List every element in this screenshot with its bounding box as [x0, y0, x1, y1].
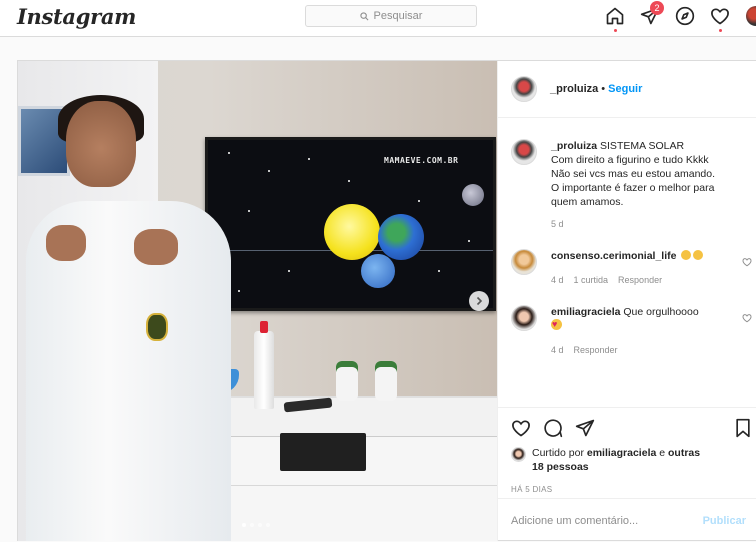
comment-icon[interactable]	[543, 418, 563, 438]
comment-username[interactable]: emiliagraciela	[551, 306, 620, 318]
caption-time: 5 d	[551, 219, 564, 229]
plant-pot	[336, 361, 358, 401]
chevron-right-icon	[476, 296, 483, 306]
commenter-avatar[interactable]	[511, 249, 537, 275]
publish-button[interactable]: Publicar	[703, 515, 746, 527]
instagram-logo[interactable]: Instagram	[17, 4, 136, 29]
search-input[interactable]: Pesquisar	[305, 5, 477, 27]
post-actions: Curtido por emiliagraciela e outras 18 p…	[498, 407, 756, 541]
caption-meta: 5 d	[551, 219, 564, 229]
home-button[interactable]	[605, 6, 625, 32]
header-separator: •	[601, 83, 606, 95]
comments-list: _proluiza SISTEMA SOLAR Com direito a fi…	[498, 119, 756, 407]
compass-icon	[675, 6, 695, 26]
liker-username[interactable]: emiliagraciela	[587, 447, 656, 459]
carousel-dot	[258, 523, 262, 527]
likes-text: Curtido por emiliagraciela e outras 18 p…	[532, 446, 707, 474]
like-heart-icon[interactable]	[511, 418, 531, 438]
post-sidebar: _proluiza • Seguir _proluiza SISTEMA SOL…	[497, 61, 756, 541]
profile-avatar[interactable]	[746, 6, 756, 26]
likes-mid: e	[656, 447, 666, 459]
likes-prefix: Curtido por	[532, 447, 587, 459]
comment-input[interactable]: Adicione um comentário...	[511, 515, 703, 527]
direct-button[interactable]: 2	[640, 1, 664, 31]
comment-time: 4 d	[551, 275, 564, 285]
bookmark-icon	[736, 418, 750, 438]
home-icon	[606, 7, 624, 25]
comment-meta: 4 d Responder	[551, 345, 618, 355]
comment-like-button[interactable]	[742, 310, 752, 328]
caption-avatar[interactable]	[511, 139, 537, 165]
moon-graphic	[462, 184, 484, 206]
clapping-emoji	[693, 250, 704, 260]
heart-eyes-emoji	[551, 317, 562, 331]
comment-like-button[interactable]	[742, 254, 752, 272]
search-icon	[359, 11, 369, 20]
home-active-dot	[614, 29, 617, 32]
comment-text: emiliagraciela Que orgulhoooo	[551, 305, 736, 333]
sun-graphic	[324, 204, 380, 260]
carousel-indicator	[242, 523, 270, 527]
comment-username[interactable]: consenso.cerimonial_life	[551, 250, 676, 262]
heart-icon	[711, 8, 729, 25]
clapping-emoji	[681, 250, 692, 260]
activity-dot	[719, 29, 722, 32]
commenter-avatar[interactable]	[511, 305, 537, 331]
save-button[interactable]	[734, 418, 752, 443]
comment-body: Que orgulhoooo	[623, 306, 699, 318]
carousel-next-button[interactable]	[469, 291, 489, 311]
planet-graphic	[361, 254, 395, 288]
heart-icon	[742, 314, 752, 323]
tv-box	[280, 433, 366, 471]
carousel-dot	[266, 523, 270, 527]
share-icon[interactable]	[575, 418, 595, 438]
tv-brand-text: MAMAEVE.COM.BR	[384, 156, 459, 165]
comment-meta: 4 d 1 curtida Responder	[551, 275, 662, 285]
liker-avatar[interactable]	[511, 447, 526, 462]
author-avatar[interactable]	[511, 76, 537, 102]
post-card: MAMAEVE.COM.BR _proluiza • Seguir _prolu…	[17, 60, 756, 541]
add-comment-bar: Adicione um comentário... Publicar	[498, 498, 756, 542]
bottle	[254, 321, 274, 409]
post-media[interactable]: MAMAEVE.COM.BR	[18, 61, 497, 541]
author-username[interactable]: _proluiza	[550, 83, 598, 95]
top-navigation-bar: Instagram Pesquisar 2	[0, 0, 756, 37]
post-timestamp[interactable]: HÁ 5 DIAS	[511, 485, 552, 494]
carousel-dot	[250, 523, 254, 527]
heart-icon	[742, 258, 752, 267]
caption-username[interactable]: _proluiza	[551, 140, 597, 152]
person-in-lab-coat	[18, 95, 233, 541]
comment-text: consenso.cerimonial_life	[551, 249, 736, 263]
action-icons	[511, 418, 595, 438]
plant-pot	[375, 361, 397, 401]
notification-badge: 2	[650, 1, 664, 15]
post-header: _proluiza • Seguir	[498, 61, 756, 118]
comment-likes[interactable]: 1 curtida	[574, 275, 609, 285]
explore-button[interactable]	[675, 6, 695, 31]
carousel-dot	[242, 523, 246, 527]
likes-summary: Curtido por emiliagraciela e outras 18 p…	[511, 446, 707, 474]
reply-button[interactable]: Responder	[574, 345, 618, 355]
follow-button[interactable]: Seguir	[608, 83, 642, 95]
search-placeholder: Pesquisar	[373, 10, 423, 22]
earth-graphic	[378, 214, 424, 260]
reply-button[interactable]: Responder	[618, 275, 662, 285]
activity-button[interactable]	[710, 6, 730, 32]
tv-screen: MAMAEVE.COM.BR	[205, 137, 496, 311]
caption-text: _proluiza SISTEMA SOLAR Com direito a fi…	[551, 139, 736, 209]
comment-time: 4 d	[551, 345, 564, 355]
